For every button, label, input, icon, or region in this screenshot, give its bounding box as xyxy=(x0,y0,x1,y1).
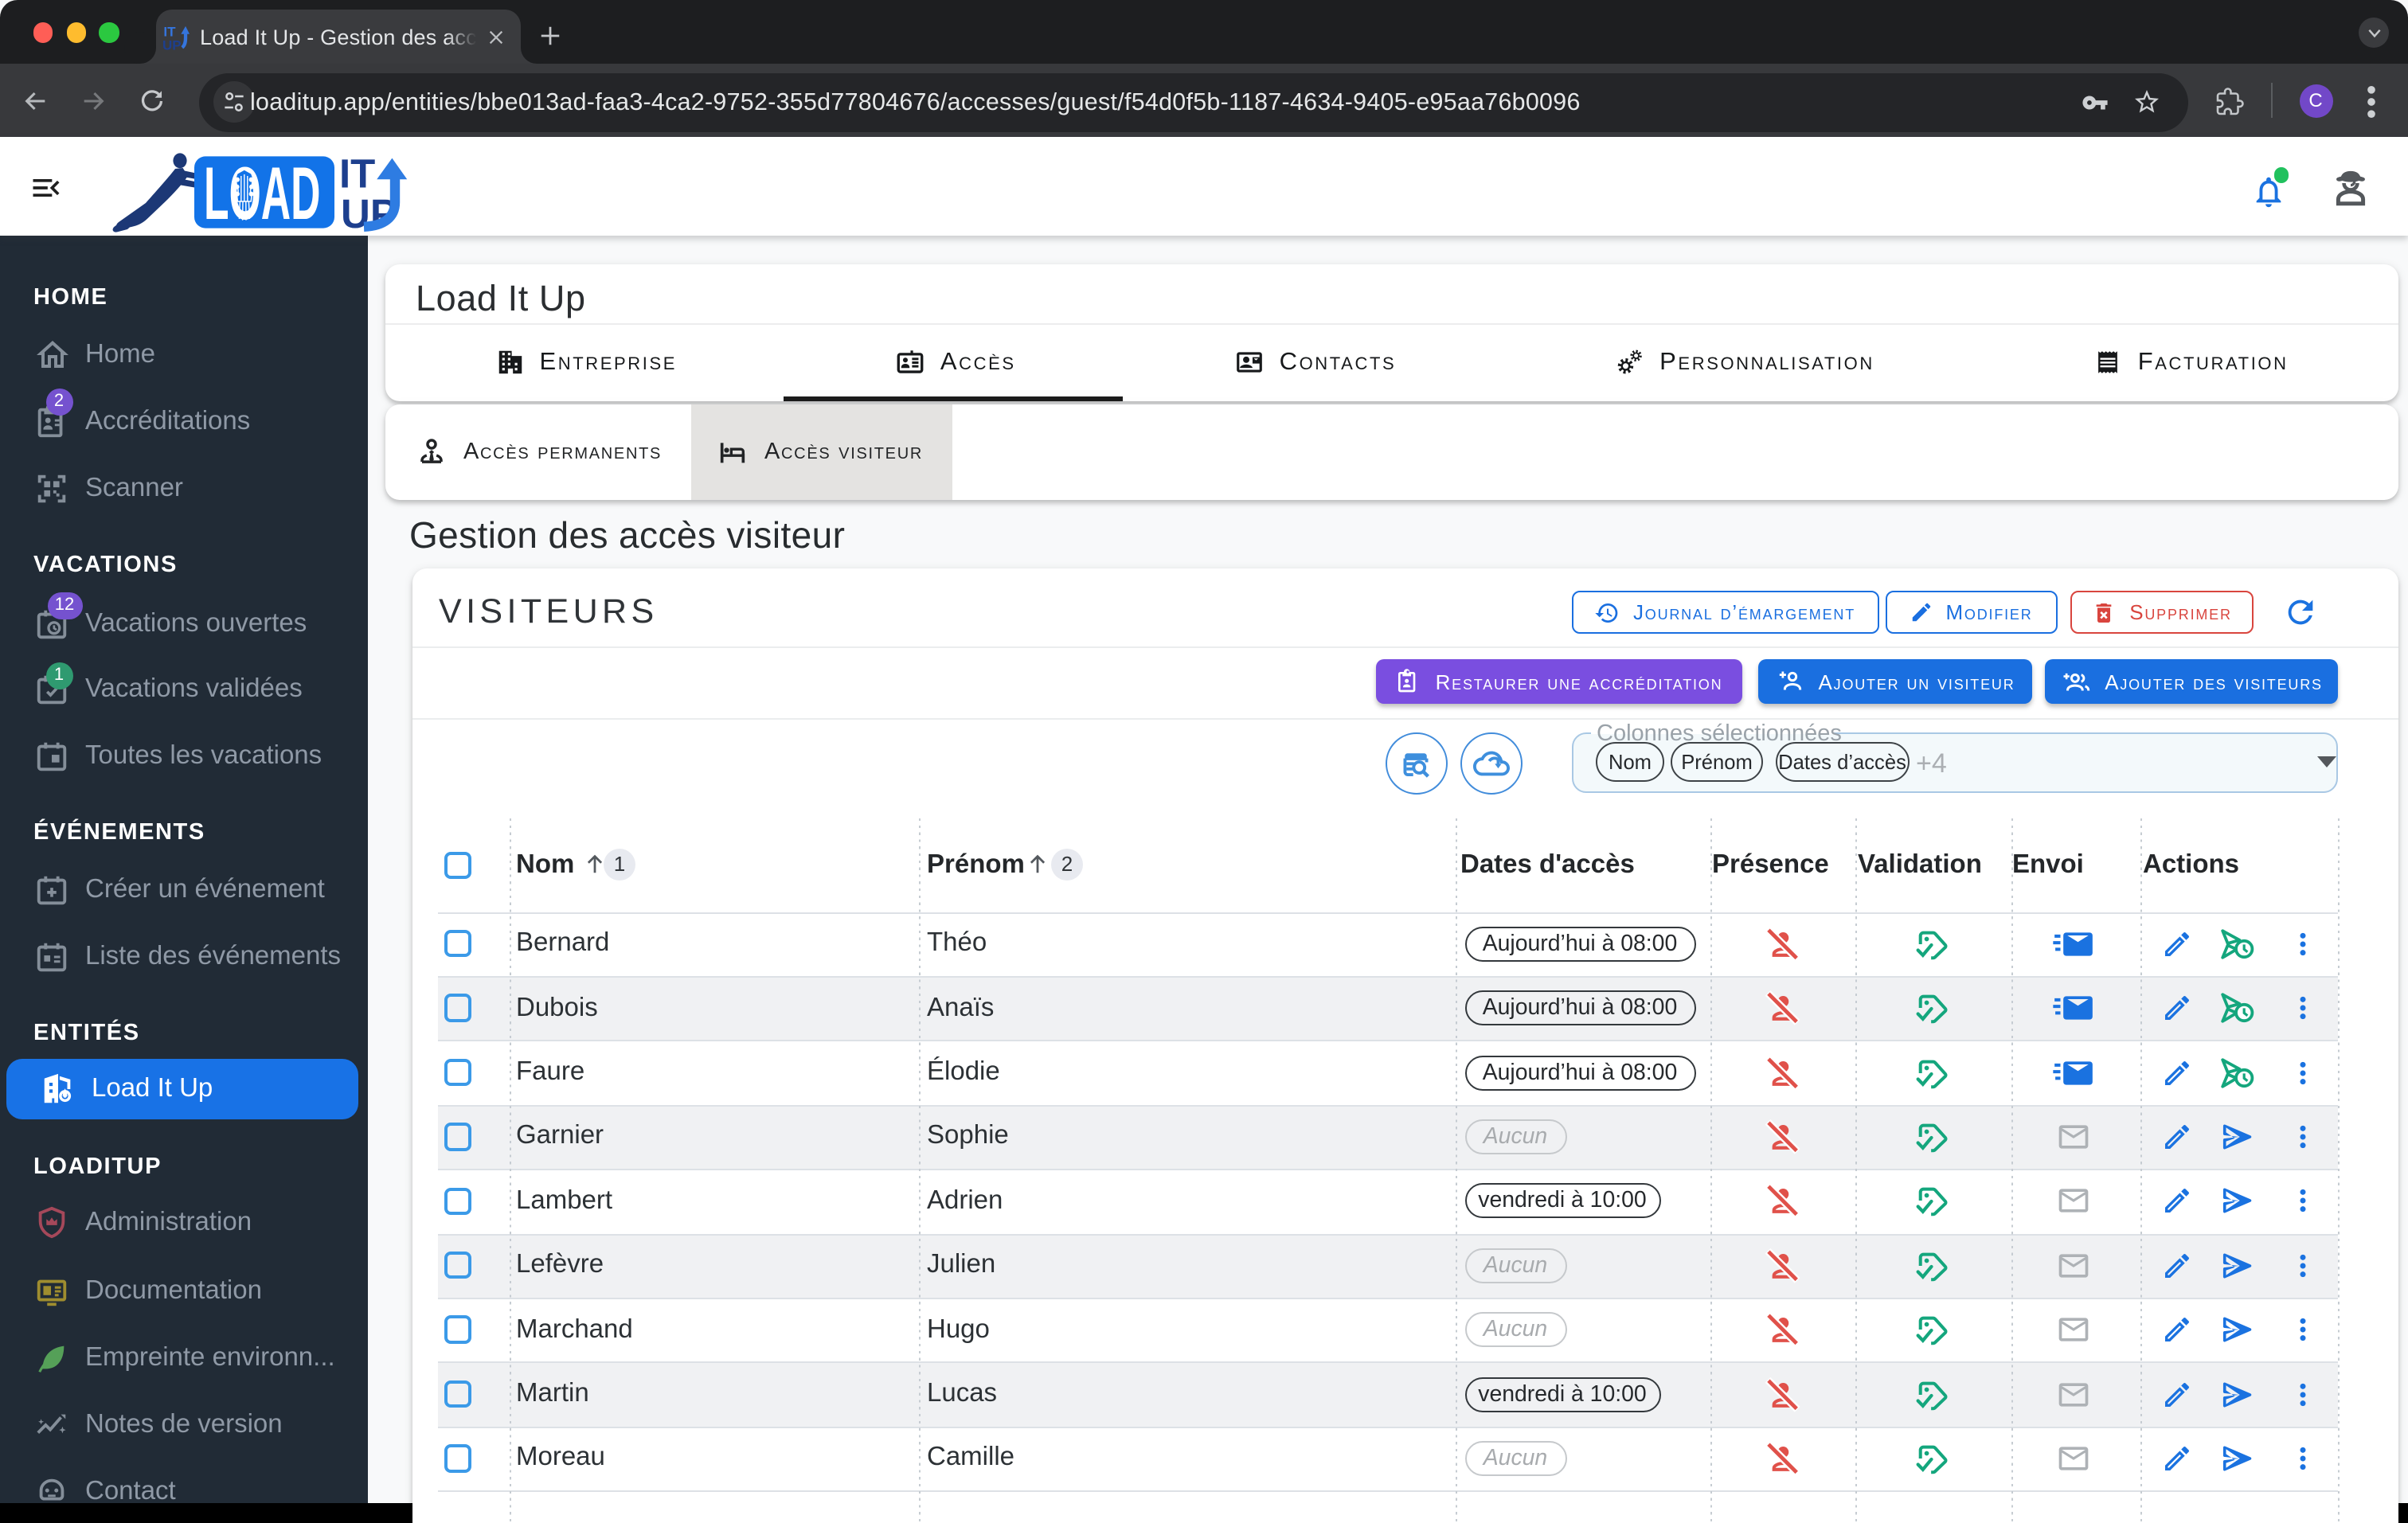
svg-text:IT: IT xyxy=(339,150,375,196)
svg-text:UP: UP xyxy=(162,37,181,50)
svg-text:LOAD: LOAD xyxy=(204,152,320,232)
